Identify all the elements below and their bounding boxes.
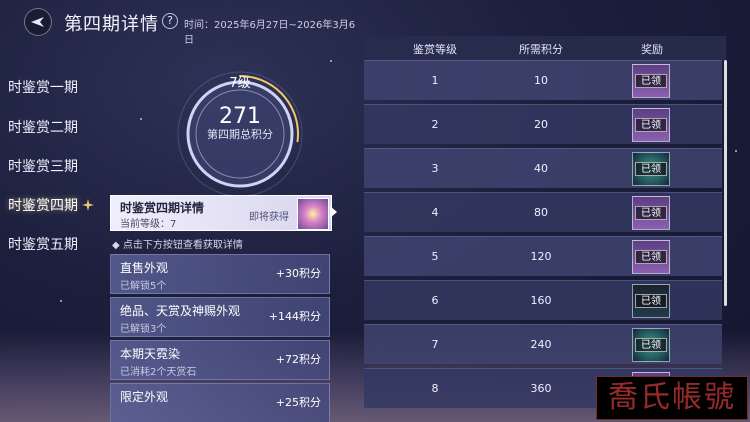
table-header: 鉴赏等级 所需积分 奖励 bbox=[364, 36, 726, 60]
source-sub: 已解锁5个 bbox=[120, 281, 167, 292]
row-level: 3 bbox=[431, 162, 439, 175]
sidebar-item-period-4[interactable]: 时鉴赏四期 bbox=[8, 195, 78, 215]
row-level: 1 bbox=[431, 74, 439, 87]
back-arrow-icon bbox=[31, 17, 44, 27]
source-points: +25积分 bbox=[275, 396, 321, 409]
sidebar-item-period-2[interactable]: 时鉴赏二期 bbox=[8, 117, 78, 137]
sparkle bbox=[735, 150, 737, 152]
claimed-badge: 已领 bbox=[635, 74, 667, 88]
back-button[interactable] bbox=[24, 8, 52, 36]
sidebar-item-period-5[interactable]: 时鉴赏五期 bbox=[8, 234, 78, 254]
detail-arrow-icon bbox=[330, 206, 337, 218]
row-level: 8 bbox=[431, 382, 439, 395]
row-level: 7 bbox=[431, 338, 439, 351]
reward-item[interactable]: 已领 bbox=[632, 196, 670, 230]
source-points: +72积分 bbox=[275, 353, 321, 366]
row-level: 2 bbox=[431, 118, 439, 131]
source-name: 限定外观 bbox=[120, 390, 169, 404]
claimed-badge: 已领 bbox=[635, 162, 667, 176]
row-points: 120 bbox=[530, 250, 552, 263]
row-points: 40 bbox=[534, 162, 548, 175]
sidebar-item-period-3[interactable]: 时鉴赏三期 bbox=[8, 156, 78, 176]
source-item[interactable]: 直售外观 已解锁5个 +30积分 bbox=[110, 254, 330, 294]
source-item[interactable]: 绝品、天赏及神赐外观 已解锁3个 +144积分 bbox=[110, 297, 330, 337]
detail-card[interactable]: 时鉴赏四期详情 当前等级：7 即将获得 bbox=[110, 195, 332, 231]
detail-upcoming: 即将获得 bbox=[249, 212, 289, 223]
ring-label: 第四期总积分 bbox=[207, 128, 273, 141]
source-item[interactable]: 限定外观 +25积分 bbox=[110, 383, 330, 422]
row-level: 5 bbox=[431, 250, 439, 263]
row-level: 4 bbox=[431, 206, 439, 219]
reward-item[interactable]: 已领 bbox=[632, 240, 670, 274]
column-header: 鉴赏等级 bbox=[413, 43, 457, 56]
reward-item[interactable]: 已领 bbox=[632, 328, 670, 362]
row-points: 160 bbox=[530, 294, 552, 307]
source-sub: 已消耗2个天赏石 bbox=[120, 367, 197, 378]
table-scrollbar[interactable] bbox=[724, 60, 727, 306]
row-points: 240 bbox=[530, 338, 552, 351]
source-points: +30积分 bbox=[275, 267, 321, 280]
sparkle bbox=[330, 60, 332, 62]
source-item[interactable]: 本期天霓染 已消耗2个天赏石 +72积分 bbox=[110, 340, 330, 380]
ring-level: 7级 bbox=[229, 76, 251, 91]
source-points: +144积分 bbox=[268, 310, 321, 323]
upcoming-reward-item[interactable] bbox=[297, 198, 329, 230]
row-points: 10 bbox=[534, 74, 548, 87]
claimed-badge: 已领 bbox=[635, 250, 667, 264]
hint-text: ◆ 点击下方按钮查看获取详情 bbox=[112, 240, 243, 251]
row-level: 6 bbox=[431, 294, 439, 307]
detail-title: 时鉴赏四期详情 bbox=[120, 201, 205, 215]
score-ring: 7级 271 第四期总积分 bbox=[172, 66, 308, 202]
column-header: 奖励 bbox=[641, 43, 663, 56]
claimed-badge: 已领 bbox=[635, 118, 667, 132]
row-points: 360 bbox=[530, 382, 552, 395]
watermark: 喬氏帳號 bbox=[596, 376, 748, 420]
table-row: 4 80 已领 bbox=[364, 192, 722, 232]
source-sub: 已解锁3个 bbox=[120, 324, 167, 335]
sidebar-item-period-1[interactable]: 时鉴赏一期 bbox=[8, 77, 78, 97]
diamond-help-icon[interactable]: ? bbox=[162, 13, 178, 29]
reward-item[interactable]: 已领 bbox=[632, 284, 670, 318]
sparkle bbox=[140, 118, 142, 120]
claimed-badge: 已领 bbox=[635, 294, 667, 308]
source-name: 本期天霓染 bbox=[120, 347, 181, 361]
reward-item[interactable]: 已领 bbox=[632, 152, 670, 186]
claimed-badge: 已领 bbox=[635, 338, 667, 352]
detail-current-level: 当前等级：7 bbox=[120, 219, 177, 230]
column-header: 所需积分 bbox=[519, 43, 563, 56]
reward-item[interactable]: 已领 bbox=[632, 108, 670, 142]
row-points: 80 bbox=[534, 206, 548, 219]
page-title: 第四期详情 bbox=[64, 14, 159, 35]
table-row: 6 160 已领 bbox=[364, 280, 722, 320]
source-name: 绝品、天赏及神赐外观 bbox=[120, 304, 241, 318]
table-row: 2 20 已领 bbox=[364, 104, 722, 144]
source-name: 直售外观 bbox=[120, 261, 169, 275]
sparkle bbox=[60, 300, 62, 302]
claimed-badge: 已领 bbox=[635, 206, 667, 220]
period-time: 时间：2025年6月27日~2026年3月6日 bbox=[184, 20, 356, 46]
star-icon bbox=[82, 199, 94, 211]
reward-table: 鉴赏等级 所需积分 奖励 1 10 已领 2 20 已领 3 40 已领 4 8… bbox=[364, 36, 727, 422]
table-row: 7 240 已领 bbox=[364, 324, 722, 364]
header: 第四期详情 ? 时间：2025年6月27日~2026年3月6日 bbox=[0, 0, 360, 46]
table-row: 5 120 已领 bbox=[364, 236, 722, 276]
reward-item[interactable]: 已领 bbox=[632, 64, 670, 98]
row-points: 20 bbox=[534, 118, 548, 131]
table-row: 3 40 已领 bbox=[364, 148, 722, 188]
table-row: 1 10 已领 bbox=[364, 60, 722, 100]
